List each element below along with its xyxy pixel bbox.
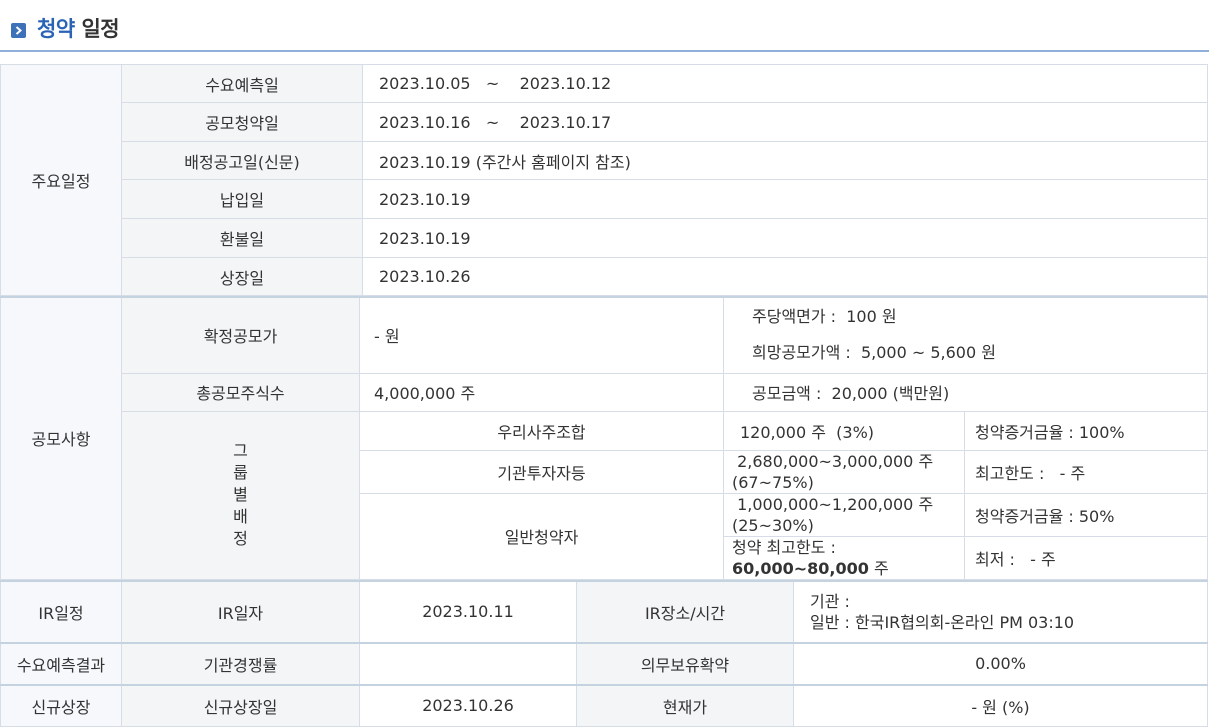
competition-value (360, 643, 577, 685)
schedule-tables: 주요일정 수요예측일 2023.10.05 ~ 2023.10.12 공모청약일… (0, 64, 1207, 727)
ir-demand-listing-table: IR일정 IR일자 2023.10.11 IR장소/시간 기관 : 일반 : 한… (0, 580, 1208, 727)
row-label: 납입일 (122, 180, 363, 219)
row-label: 확정공모가 (122, 297, 360, 373)
section-label-main-schedule: 주요일정 (1, 65, 122, 296)
section-label-demand: 수요예측결과 (1, 643, 122, 685)
price-info: 주당액면가 : 100 원 희망공모가액 : 5,000 ~ 5,600 원 (724, 297, 1208, 373)
refund-date: 2023.10.19 (363, 219, 1208, 258)
group-shares: 1,000,000~1,200,000 주 (25~30%) (724, 493, 965, 536)
ir-date-value: 2023.10.11 (360, 581, 577, 643)
table-row: 공모청약일 2023.10.16 ~ 2023.10.17 (1, 103, 1208, 142)
par-value: 주당액면가 : 100 원 (752, 306, 1207, 328)
offering-table: 공모사항 확정공모가 - 원 주당액면가 : 100 원 희망공모가액 : 5,… (0, 296, 1208, 580)
final-price-value: - 원 (360, 297, 724, 373)
minimum-shares: 최저 : - 주 (965, 536, 1208, 579)
section-label-offering: 공모사항 (1, 297, 122, 579)
desired-price: 희망공모가액 : 5,000 ~ 5,600 원 (752, 342, 1207, 364)
table-row: 수요예측결과 기관경쟁률 의무보유확약 0.00% (1, 643, 1208, 685)
new-listing-date-value: 2023.10.26 (360, 685, 577, 727)
table-row: IR일정 IR일자 2023.10.11 IR장소/시간 기관 : 일반 : 한… (1, 581, 1208, 643)
table-row: 환불일 2023.10.19 (1, 219, 1208, 258)
group-note: 청약증거금율 : 100% (965, 411, 1208, 450)
table-row: 주요일정 수요예측일 2023.10.05 ~ 2023.10.12 (1, 65, 1208, 103)
row-label: 현재가 (577, 685, 794, 727)
row-label: 공모청약일 (122, 103, 363, 142)
subscription-dates: 2023.10.16 ~ 2023.10.17 (363, 103, 1208, 142)
main-schedule-table: 주요일정 수요예측일 2023.10.05 ~ 2023.10.12 공모청약일… (0, 64, 1208, 296)
row-label: IR장소/시간 (577, 581, 794, 643)
table-row: 총공모주식수 4,000,000 주 공모금액 : 20,000 (백만원) (1, 373, 1208, 411)
table-row: 배정공고일(신문) 2023.10.19 (주간사 홈페이지 참조) (1, 142, 1208, 180)
table-row: 그 룹 별 배 정 우리사주조합 120,000 주 (3%) 청약증거금율 :… (1, 411, 1208, 450)
payment-date: 2023.10.19 (363, 180, 1208, 219)
row-label: 수요예측일 (122, 65, 363, 103)
group-name: 우리사주조합 (360, 411, 724, 450)
total-shares-value: 4,000,000 주 (360, 373, 724, 411)
table-row: 상장일 2023.10.26 (1, 258, 1208, 296)
row-label: IR일자 (122, 581, 360, 643)
group-note: 청약증거금율 : 50% (965, 493, 1208, 536)
offering-amount: 공모금액 : 20,000 (백만원) (724, 373, 1208, 411)
row-label: 신규상장일 (122, 685, 360, 727)
group-shares: 120,000 주 (3%) (724, 411, 965, 450)
section-label-listing: 신규상장 (1, 685, 122, 727)
group-allocation-label: 그 룹 별 배 정 (122, 411, 360, 579)
row-label: 배정공고일(신문) (122, 142, 363, 180)
group-note: 최고한도 : - 주 (965, 450, 1208, 493)
row-label: 총공모주식수 (122, 373, 360, 411)
row-label: 기관경쟁률 (122, 643, 360, 685)
demand-forecast-dates: 2023.10.05 ~ 2023.10.12 (363, 65, 1208, 103)
page-title: 청약 일정 (37, 13, 119, 43)
current-price-value: - 원 (%) (794, 685, 1208, 727)
table-row: 공모사항 확정공모가 - 원 주당액면가 : 100 원 희망공모가액 : 5,… (1, 297, 1208, 373)
section-header: 청약 일정 (0, 0, 1209, 52)
row-label: 상장일 (122, 258, 363, 296)
table-row: 납입일 2023.10.19 (1, 180, 1208, 219)
table-row: 신규상장 신규상장일 2023.10.26 현재가 - 원 (%) (1, 685, 1208, 727)
group-name: 기관투자자등 (360, 450, 724, 493)
lockup-value: 0.00% (794, 643, 1208, 685)
listing-date: 2023.10.26 (363, 258, 1208, 296)
row-label: 의무보유확약 (577, 643, 794, 685)
subscription-limit: 청약 최고한도 : 60,000~80,000 주 (724, 536, 965, 579)
ir-place-value: 기관 : 일반 : 한국IR협의회-온라인 PM 03:10 (794, 581, 1208, 643)
section-label-ir: IR일정 (1, 581, 122, 643)
arrow-right-box-icon (11, 23, 26, 38)
allocation-notice-date: 2023.10.19 (주간사 홈페이지 참조) (363, 142, 1208, 180)
group-name: 일반청약자 (360, 493, 724, 579)
row-label: 환불일 (122, 219, 363, 258)
group-shares: 2,680,000~3,000,000 주 (67~75%) (724, 450, 965, 493)
